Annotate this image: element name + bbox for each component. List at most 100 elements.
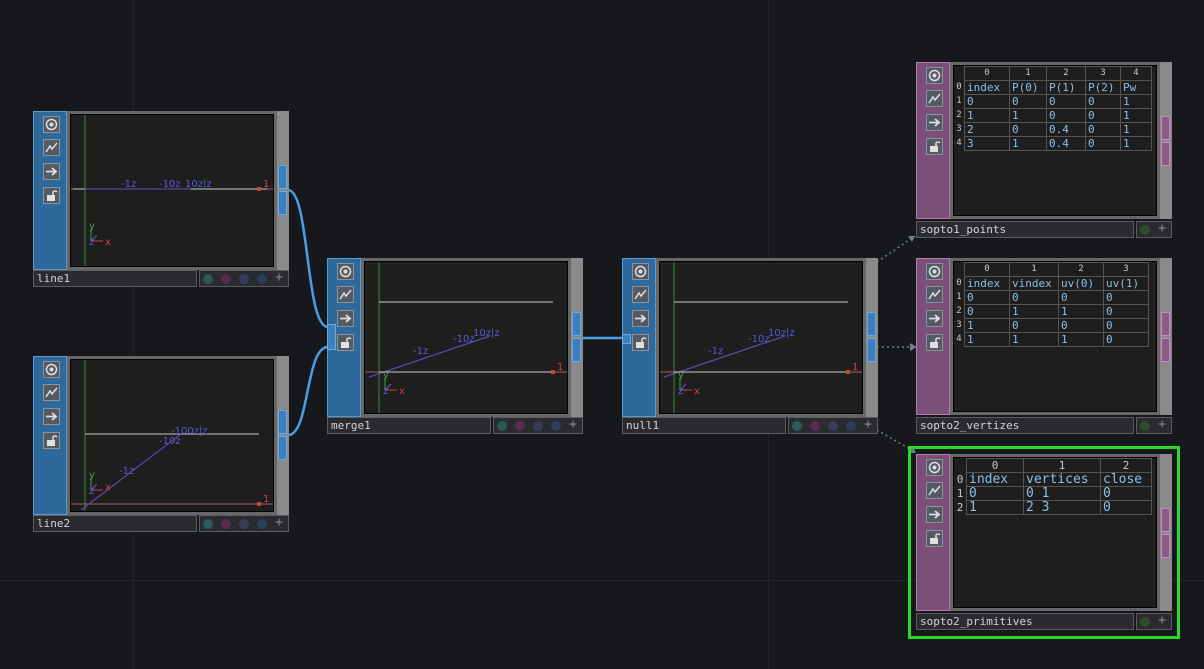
export-icon[interactable] (926, 310, 943, 327)
table-cell[interactable]: 0 (1100, 486, 1152, 501)
node-viewer[interactable]: 01234 0 index P(0) P(1) P(2) Pw 100001 211001… (950, 62, 1160, 219)
cook-icon[interactable] (926, 482, 943, 499)
table-cell[interactable]: 0 (966, 486, 1024, 501)
flag-bypass[interactable] (1140, 225, 1150, 235)
table-cell[interactable]: 1 (964, 108, 1010, 123)
table-cell[interactable]: 0 (1103, 290, 1149, 305)
node-name[interactable]: line1 (33, 270, 197, 287)
lock-icon[interactable] (337, 334, 354, 351)
table-cell[interactable]: 0 (964, 304, 1010, 319)
table-cell[interactable]: 1 (1120, 122, 1152, 137)
plus-icon[interactable]: + (274, 516, 284, 529)
table-cell[interactable]: 0 (1085, 122, 1121, 137)
table-cell[interactable]: index (966, 472, 1024, 487)
table-cell[interactable]: 0 (964, 290, 1010, 305)
flag-render[interactable] (257, 519, 267, 529)
cook-icon[interactable] (43, 139, 60, 156)
input-connector[interactable] (622, 334, 631, 344)
output-connector[interactable] (572, 338, 581, 362)
output-connector[interactable] (1161, 338, 1170, 362)
flag-render[interactable] (846, 421, 856, 431)
cook-icon[interactable] (632, 286, 649, 303)
output-connector[interactable] (867, 312, 876, 336)
table-cell[interactable]: 0 (1009, 94, 1047, 109)
cook-icon[interactable] (43, 384, 60, 401)
table-cell[interactable]: 1 (1120, 136, 1152, 151)
plus-icon[interactable]: + (1157, 614, 1167, 627)
output-connector[interactable] (278, 436, 287, 460)
plus-icon[interactable]: + (1157, 222, 1167, 235)
table-cell[interactable]: 0 1 (1023, 486, 1101, 501)
table-cell[interactable]: 1 (964, 332, 1010, 347)
table-cell[interactable]: 0 (1085, 136, 1121, 151)
lock-icon[interactable] (926, 334, 943, 351)
table-cell[interactable]: 0.4 (1046, 122, 1086, 137)
table-cell[interactable]: 0 (964, 94, 1010, 109)
output-connector[interactable] (1161, 312, 1170, 336)
viewer-toggle-icon[interactable] (43, 116, 60, 133)
viewer-toggle-icon[interactable] (337, 263, 354, 280)
flag-lock[interactable] (221, 274, 231, 284)
table-cell[interactable]: 0 (1009, 318, 1059, 333)
table-cell[interactable]: 0 (1046, 108, 1086, 123)
table-cell[interactable]: 1 (1120, 108, 1152, 123)
flag-lock[interactable] (810, 421, 820, 431)
flag-bypass[interactable] (203, 519, 213, 529)
node-viewer[interactable]: 0123 0 index vindex uv(0) uv(1) 10000 20110 … (950, 258, 1160, 415)
node-null1[interactable]: -1z -10z 10z|z 1 y z x null1 + (622, 258, 878, 436)
table-cell[interactable]: 2 3 (1023, 500, 1101, 515)
output-connector[interactable] (278, 191, 287, 215)
table-cell[interactable]: 1 (1009, 136, 1047, 151)
table-cell[interactable]: 0 (1058, 318, 1104, 333)
table-cell[interactable]: Pw (1120, 80, 1152, 95)
node-sopto2-vertizes[interactable]: 0123 0 index vindex uv(0) uv(1) 10000 20110 … (916, 258, 1172, 436)
export-icon[interactable] (926, 506, 943, 523)
table-cell[interactable]: 0 (1009, 290, 1059, 305)
table-cell[interactable]: 1 (966, 500, 1024, 515)
table-cell[interactable]: 0 (1085, 94, 1121, 109)
table-cell[interactable]: P(2) (1085, 80, 1121, 95)
table-cell[interactable]: index (964, 80, 1010, 95)
node-viewer[interactable]: -100z|z -10z -1z y z x 1 (67, 356, 277, 515)
flag-display[interactable] (239, 274, 249, 284)
table-cell[interactable]: 1 (964, 318, 1010, 333)
table-cell[interactable]: 0 (1100, 500, 1152, 515)
table-cell[interactable]: 0 (1009, 122, 1047, 137)
input-connector[interactable] (327, 324, 336, 350)
table-cell[interactable]: 0.4 (1046, 136, 1086, 151)
node-sopto2-primitives[interactable]: 012 0 index vertices close 100 10 212 30 so… (916, 454, 1172, 632)
table-cell[interactable]: P(1) (1046, 80, 1086, 95)
table-cell[interactable]: 0 (1085, 108, 1121, 123)
export-icon[interactable] (43, 408, 60, 425)
node-viewer[interactable]: 012 0 index vertices close 100 10 212 30 (950, 454, 1160, 611)
output-connector[interactable] (278, 165, 287, 189)
table-cell[interactable]: 1 (1058, 304, 1104, 319)
table-cell[interactable]: vertices (1023, 472, 1101, 487)
node-name[interactable]: sopto2_primitives (916, 613, 1134, 630)
export-icon[interactable] (337, 310, 354, 327)
node-name[interactable]: sopto1_points (916, 221, 1134, 238)
lock-icon[interactable] (926, 138, 943, 155)
lock-icon[interactable] (926, 530, 943, 547)
node-name[interactable]: sopto2_vertizes (916, 417, 1134, 434)
flag-display[interactable] (239, 519, 249, 529)
node-viewer[interactable]: -1z -10z 10z|z 1 y z x (656, 258, 866, 417)
table-cell[interactable]: 3 (964, 136, 1010, 151)
table-cell[interactable]: index (964, 276, 1010, 291)
plus-icon[interactable]: + (1157, 418, 1167, 431)
table-cell[interactable]: 0 (1103, 332, 1149, 347)
flag-lock[interactable] (515, 421, 525, 431)
node-sopto1-points[interactable]: 01234 0 index P(0) P(1) P(2) Pw 100001 211001… (916, 62, 1172, 240)
flag-bypass[interactable] (1140, 421, 1150, 431)
table-cell[interactable]: 0 (1046, 94, 1086, 109)
table-cell[interactable]: P(0) (1009, 80, 1047, 95)
lock-icon[interactable] (43, 432, 60, 449)
plus-icon[interactable]: + (274, 271, 284, 284)
export-icon[interactable] (43, 163, 60, 180)
node-viewer[interactable]: -1z -10z 10z|z 1 y z x (67, 111, 277, 270)
table-cell[interactable]: uv(0) (1058, 276, 1104, 291)
output-connector[interactable] (278, 410, 287, 434)
plus-icon[interactable]: + (568, 418, 578, 431)
node-viewer[interactable]: -1z -10z 10z|z 1 y z x (361, 258, 571, 417)
table-cell[interactable]: 1 (1058, 332, 1104, 347)
